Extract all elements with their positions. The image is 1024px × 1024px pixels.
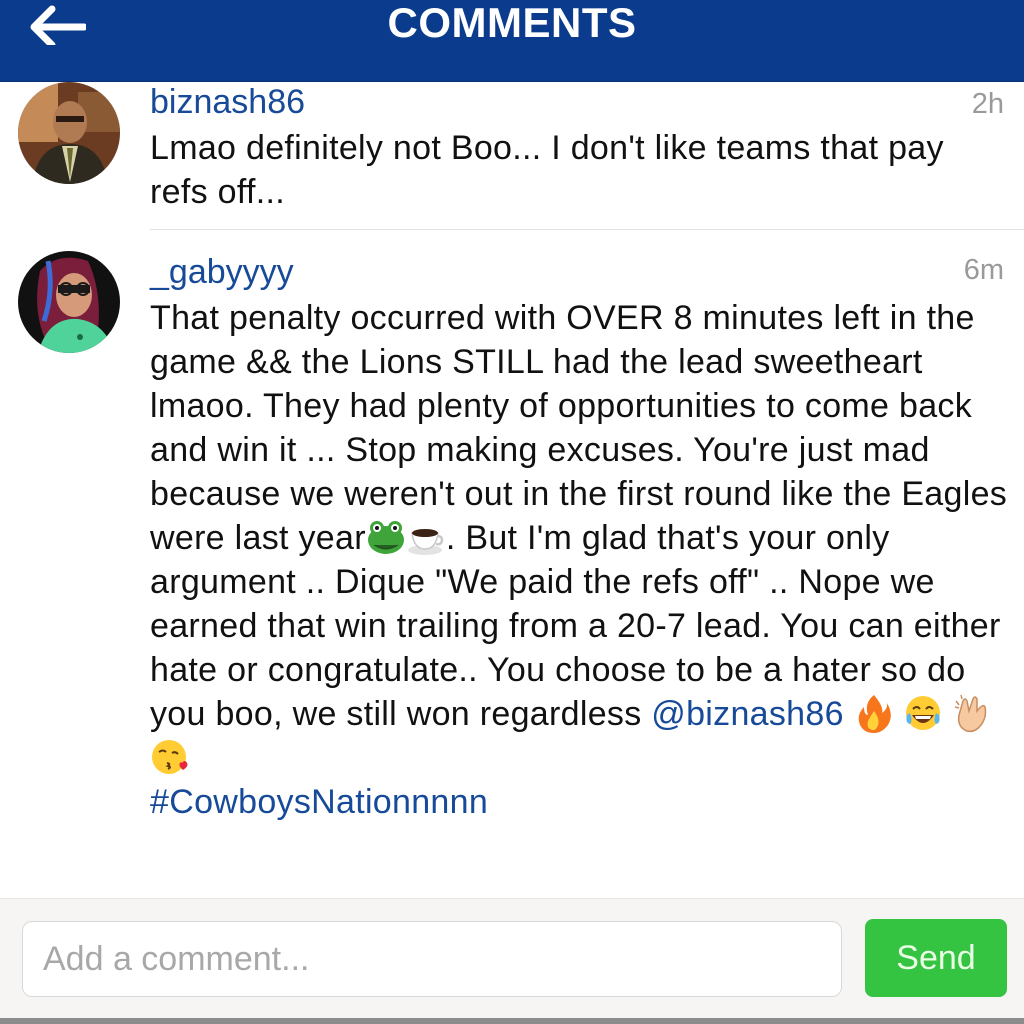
comment-divider: [150, 229, 1024, 230]
comment-item: _gabyyyy 6m That penalty occurred with O…: [0, 248, 1024, 888]
clapping-hands-icon: [954, 694, 987, 733]
comment-composer: Send: [0, 898, 1024, 1024]
header-bar: COMMENTS: [0, 0, 1024, 82]
frog-face-icon: [367, 521, 404, 554]
comment-text: That penalty occurred with OVER 8 minute…: [150, 296, 1010, 824]
hashtag-link[interactable]: #CowboysNationnnnn: [150, 783, 488, 821]
kissing-face-icon: [152, 740, 188, 774]
avatar[interactable]: [18, 82, 120, 184]
mention-link[interactable]: @biznash86: [651, 695, 844, 733]
send-button[interactable]: Send: [865, 919, 1007, 997]
comment-item: biznash86 2h Lmao definitely not Boo... …: [0, 82, 1024, 230]
comment-timestamp: 6m: [963, 254, 1004, 286]
comment-username[interactable]: biznash86: [150, 82, 305, 122]
comment-text: Lmao definitely not Boo... I don't like …: [150, 129, 944, 211]
tears-of-joy-icon: [906, 696, 941, 730]
page-title: COMMENTS: [387, 0, 637, 46]
comment-username[interactable]: _gabyyyy: [150, 252, 294, 292]
comments-screen: COMMENTS biznash86 2h Lmao definitely no…: [0, 0, 1024, 1024]
comment-timestamp: 2h: [971, 88, 1004, 120]
fire-icon: [858, 695, 891, 733]
comment-input[interactable]: [22, 921, 842, 997]
bottom-strip: [0, 1018, 1024, 1024]
hot-beverage-icon: [407, 529, 444, 555]
avatar[interactable]: [18, 251, 120, 353]
